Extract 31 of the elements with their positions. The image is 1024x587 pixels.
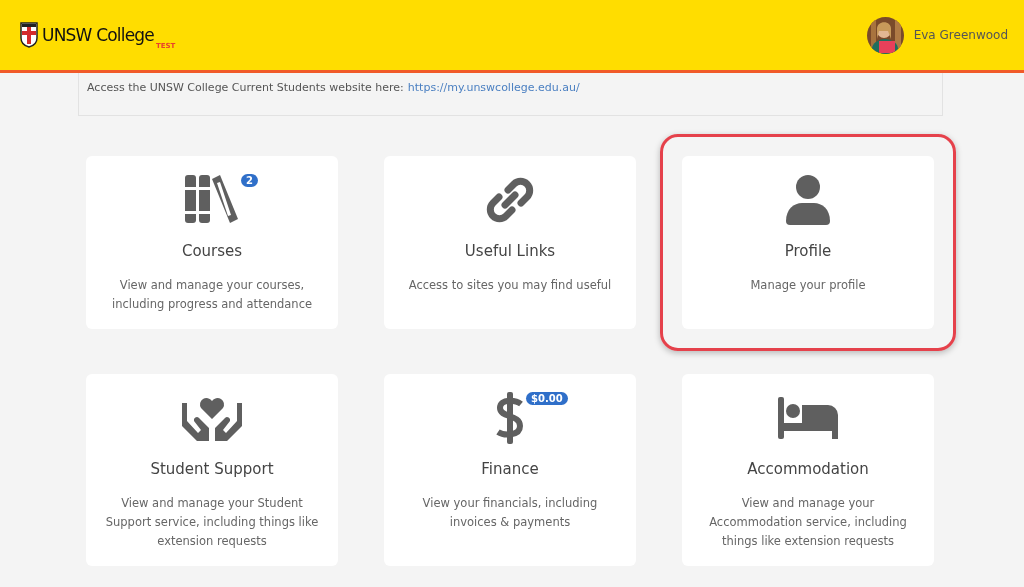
tile-title: Student Support <box>150 460 274 478</box>
tile-description: Access to sites you may find useful <box>408 277 612 294</box>
tile-card[interactable]: Student Support View and manage your Student Support service, including things like extension requests <box>86 374 338 566</box>
tile-title: Finance <box>481 460 539 478</box>
person-icon <box>786 175 830 225</box>
tile-card[interactable]: 2 Courses View and manage your courses, including progress and attendance <box>86 156 338 329</box>
count-badge: 2 <box>241 174 258 187</box>
user-name[interactable]: Eva Greenwood <box>913 28 1008 42</box>
tile-title: Accommodation <box>747 460 869 478</box>
logo-text: UNSW College <box>42 25 154 45</box>
tile-description: View and manage your Student Support service, including things like extension requests <box>104 495 320 550</box>
tile-card[interactable]: Useful Links Access to sites you may find useful <box>384 156 636 329</box>
tile-card[interactable]: $0.00 Finance View your financials, including invoices & payments <box>384 374 636 566</box>
count-badge: $0.00 <box>526 392 568 405</box>
tile-title: Courses <box>181 242 243 260</box>
tile-description: View and manage your Accommodation service, including things like extension requests <box>708 495 908 550</box>
tile-title: Profile <box>784 242 832 260</box>
link-icon <box>486 176 534 224</box>
dollar-icon <box>496 392 524 444</box>
tile-description: View and manage your courses, including progress and attendance <box>110 277 314 313</box>
notice-text: Access the UNSW College Current Students website here: <box>87 81 404 96</box>
heart-hands-icon <box>182 395 242 441</box>
books-icon <box>185 175 239 225</box>
website-link[interactable]: https://my.unswcollege.edu.au/ <box>407 81 580 107</box>
tile-title: Useful Links <box>464 242 556 260</box>
tile-description: Manage your profile <box>750 277 866 294</box>
tile-card[interactable]: Profile Manage your profile <box>682 156 934 329</box>
crest-icon <box>20 22 38 48</box>
bed-icon <box>778 397 838 439</box>
tile-card[interactable]: Accommodation View and manage your Accommodation service, including things like extension requests <box>682 374 934 566</box>
tile-description: View your financials, including invoices & payments <box>421 495 599 531</box>
